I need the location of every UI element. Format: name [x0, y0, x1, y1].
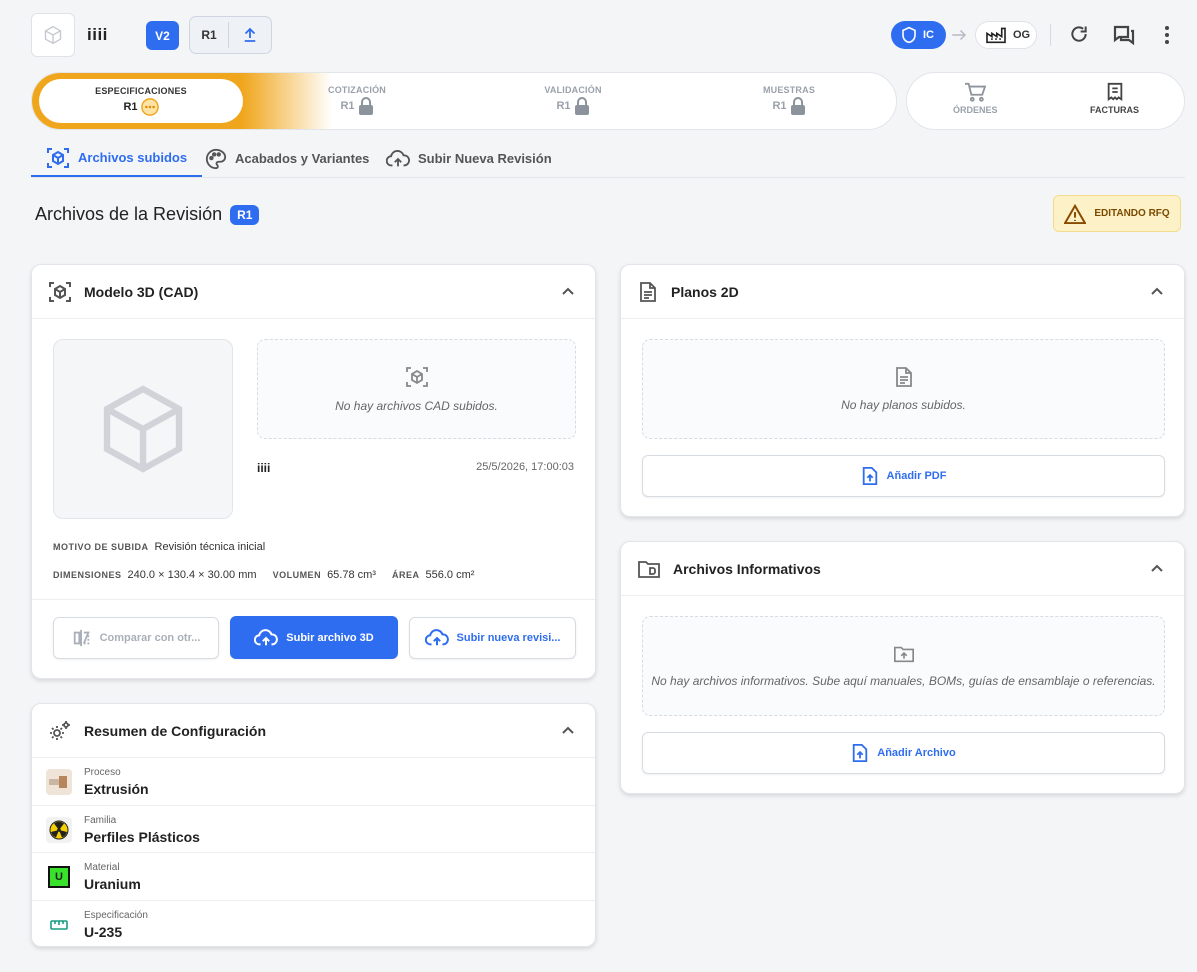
upload-revision-button[interactable]: [229, 26, 271, 44]
folder-icon: [638, 560, 660, 578]
config-row-material: U Material Uranium: [32, 852, 595, 900]
gears-icon: [50, 720, 70, 740]
cube-scan-icon: [49, 281, 71, 302]
palette-icon: [205, 148, 227, 169]
ic-status-pill[interactable]: IC: [891, 21, 946, 49]
factory-icon: [986, 27, 1006, 44]
cad-dropzone[interactable]: No hay archivos CAD subidos.: [257, 339, 576, 439]
project-name: iiii: [87, 25, 108, 44]
cad-card: Modelo 3D (CAD) No hay archivos CAD subi…: [31, 264, 596, 679]
chevron-up-icon[interactable]: [1150, 562, 1164, 576]
og-label: OG: [1013, 29, 1031, 41]
cube-scan-icon: [405, 367, 428, 387]
cube-icon: [103, 385, 183, 473]
more-vertical-icon[interactable]: [1158, 24, 1176, 46]
editing-rfq-badge: EDITANDO RFQ: [1053, 195, 1181, 232]
radioactive-icon: [46, 817, 72, 843]
upload-new-revision-button[interactable]: Subir nueva revisi...: [409, 617, 576, 659]
chevron-up-icon[interactable]: [561, 724, 575, 738]
in-progress-icon: [140, 98, 159, 116]
compare-button[interactable]: Comparar con otr...: [53, 617, 219, 659]
info-files-card: Archivos Informativos No hay archivos in…: [620, 541, 1185, 794]
ruler-icon: [46, 912, 72, 938]
config-row-familia: Familia Perfiles Plásticos: [32, 805, 595, 853]
page-title: Archivos de la Revisión R1: [35, 204, 260, 225]
cad-preview[interactable]: [53, 339, 233, 519]
cad-timestamp: 25/5/2026, 17:00:03: [476, 461, 574, 473]
lock-icon: [358, 97, 373, 115]
invoices-button[interactable]: FACTURAS: [1090, 82, 1139, 115]
stage-especificaciones[interactable]: ESPECIFICACIONES R1: [39, 79, 243, 123]
config-row-especificacion: Especificación U-235: [32, 900, 595, 948]
og-status-pill[interactable]: OG: [975, 21, 1037, 49]
stage-muestras[interactable]: MUESTRAS R1: [729, 85, 849, 115]
tab-bar: Archivos subidos Acabados y Variantes Su…: [31, 140, 1185, 178]
warning-icon: [1064, 203, 1087, 224]
cloud-upload-icon: [254, 628, 279, 645]
chat-icon[interactable]: [1112, 24, 1136, 46]
cad-card-header[interactable]: Modelo 3D (CAD): [32, 265, 595, 319]
cube-icon: [44, 25, 62, 45]
orders-button[interactable]: ÓRDENES: [953, 82, 998, 115]
dimensions-row: DIMENSIONES 240.0 × 130.4 × 30.00 mm VOL…: [53, 569, 475, 581]
chevron-up-icon[interactable]: [1150, 285, 1164, 299]
ic-label: IC: [923, 29, 934, 41]
planos-card: Planos 2D No hay planos subidos. Añadir …: [620, 264, 1185, 517]
upload-icon: [244, 27, 256, 42]
add-file-button[interactable]: Añadir Archivo: [642, 732, 1165, 774]
config-card: Resumen de Configuración Proceso Extrusi…: [31, 703, 596, 947]
revision-badge: R1: [230, 204, 260, 225]
info-files-card-header[interactable]: Archivos Informativos: [621, 542, 1184, 596]
file-upload-icon: [853, 744, 868, 762]
invoice-icon: [1107, 82, 1122, 101]
divider: [32, 599, 595, 600]
stage-cotizacion[interactable]: COTIZACIÓN R1: [297, 85, 417, 115]
cloud-upload-icon: [386, 149, 410, 166]
file-upload-icon: [862, 467, 877, 485]
planos-card-header[interactable]: Planos 2D: [621, 265, 1184, 319]
cart-icon: [965, 82, 987, 102]
config-card-header[interactable]: Resumen de Configuración: [32, 704, 595, 758]
compare-icon: [73, 629, 90, 647]
add-pdf-button[interactable]: Añadir PDF: [642, 455, 1165, 497]
revision-group: R1: [189, 16, 272, 54]
project-logo[interactable]: [31, 13, 75, 57]
cloud-upload-icon: [424, 629, 449, 646]
document-icon: [895, 367, 912, 387]
tab-subir-nueva-revision[interactable]: Subir Nueva Revisión: [386, 140, 552, 177]
lock-icon: [790, 97, 805, 115]
stage-bar: ESPECIFICACIONES R1 COTIZACIÓN R1 VALIDA…: [31, 72, 897, 130]
info-files-dropzone[interactable]: No hay archivos informativos. Sube aquí …: [642, 616, 1165, 716]
stage-validacion[interactable]: VALIDACIÓN R1: [513, 85, 633, 115]
revision-label[interactable]: R1: [190, 28, 228, 42]
planos-dropzone[interactable]: No hay planos subidos.: [642, 339, 1165, 439]
folder-upload-icon: [893, 646, 914, 663]
upload-3d-button[interactable]: Subir archivo 3D: [230, 616, 398, 659]
tab-acabados-variantes[interactable]: Acabados y Variantes: [205, 140, 369, 177]
lock-icon: [574, 97, 589, 115]
config-row-proceso: Proceso Extrusión: [32, 757, 595, 805]
document-icon: [640, 281, 656, 302]
extrusion-icon: [46, 769, 72, 795]
orders-bar: ÓRDENES FACTURAS: [906, 72, 1185, 130]
chevron-up-icon[interactable]: [561, 285, 575, 299]
tab-archivos-subidos[interactable]: Archivos subidos: [31, 140, 203, 177]
motivo-row: MOTIVO DE SUBIDA Revisión técnica inicia…: [53, 541, 266, 553]
arrow-right-icon: [952, 29, 967, 41]
cube-scan-icon: [47, 147, 69, 168]
refresh-icon[interactable]: [1069, 24, 1089, 44]
uranium-icon: U: [46, 864, 72, 890]
header-divider: [1050, 24, 1051, 46]
version-badge[interactable]: V2: [146, 21, 179, 50]
cad-file-name: iiii: [257, 461, 271, 475]
shield-icon: [902, 26, 916, 44]
